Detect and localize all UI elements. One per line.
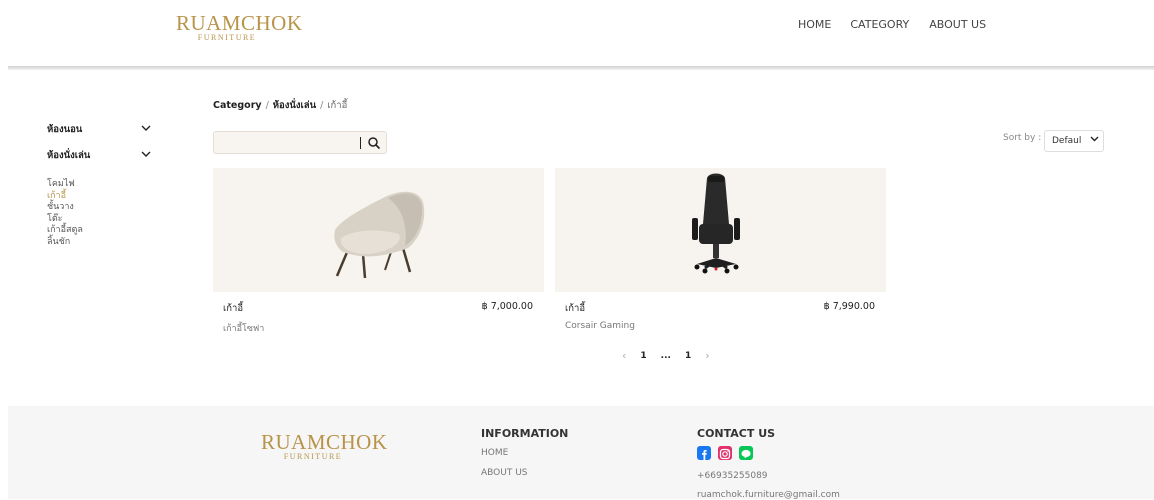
chevron-down-icon[interactable] <box>141 149 151 169</box>
footer-link-home[interactable]: HOME <box>481 448 508 458</box>
main-nav: HOME CATEGORY ABOUT US <box>798 18 986 31</box>
nav-about-us[interactable]: ABOUT US <box>929 18 986 31</box>
chevron-down-icon[interactable] <box>141 123 151 149</box>
pagination-next[interactable]: › <box>705 349 709 362</box>
site-footer: RUAMCHOK FURNITURE INFORMATION HOME ABOU… <box>8 406 1154 500</box>
nav-home[interactable]: HOME <box>798 18 831 31</box>
footer-link-about-us[interactable]: ABOUT US <box>481 468 528 478</box>
sidebar-item-lamp[interactable]: โคมไฟ <box>47 179 167 191</box>
sidebar-item-chair[interactable]: เก้าอี้ <box>47 191 167 203</box>
pagination-ellipsis: ... <box>660 351 671 361</box>
nav-category[interactable]: CATEGORY <box>850 18 909 31</box>
footer-information-title: INFORMATION <box>481 427 569 440</box>
sort-selected-value: Defaul <box>1052 136 1082 146</box>
site-header: RUAMCHOK FURNITURE HOME CATEGORY ABOUT U… <box>0 0 1154 68</box>
instagram-icon[interactable] <box>718 446 732 460</box>
gaming-chair-image <box>692 173 740 274</box>
breadcrumb-root[interactable]: Category <box>213 100 262 111</box>
sidebar-item-stool[interactable]: เก้าอี้สตูล <box>47 225 167 237</box>
lounge-chair-image <box>334 191 425 279</box>
sidebar-subcategory-list: โคมไฟ เก้าอี้ ชั้นวาง โต๊ะ เก้าอี้สตูล ล… <box>47 179 167 248</box>
product-image[interactable] <box>213 168 544 292</box>
sidebar-item-drawer[interactable]: ลิ้นชัก <box>47 237 167 249</box>
product-card[interactable]: เก้าอี้ ฿ 7,000.00 เก้าอี้โซฟา <box>213 168 544 334</box>
category-sidebar: ห้องนอน ห้องนั่งเล่น โคมไฟ เก้าอี้ ชั้นว… <box>47 123 167 248</box>
sidebar-item-table[interactable]: โต๊ะ <box>47 214 167 226</box>
sort-label: Sort by : <box>1003 133 1042 143</box>
footer-contact-title: CONTACT US <box>697 427 776 440</box>
line-icon[interactable] <box>739 446 753 460</box>
footer-logo[interactable]: RUAMCHOK FURNITURE <box>261 430 388 462</box>
footer-phone: +66935255089 <box>697 471 768 481</box>
header-divider <box>8 66 1154 70</box>
breadcrumb-middle[interactable]: ห้องนั่งเล่น <box>273 100 316 111</box>
search-icon[interactable] <box>367 135 381 150</box>
logo-main-text: RUAMCHOK <box>176 11 303 35</box>
header-logo[interactable]: RUAMCHOK FURNITURE <box>176 11 303 43</box>
chevron-down-icon <box>1090 135 1099 146</box>
sidebar-category-label: ห้องนอน <box>47 124 83 135</box>
search-box <box>213 131 387 154</box>
facebook-icon[interactable] <box>697 446 711 460</box>
sidebar-category-label: ห้องนั่งเล่น <box>47 150 91 161</box>
pagination-page-first[interactable]: 1 <box>640 351 646 362</box>
product-price: ฿ 7,000.00 <box>481 301 533 312</box>
sort-select[interactable]: Defaul <box>1044 130 1104 152</box>
breadcrumb-separator: / <box>265 100 269 111</box>
pagination-page-last[interactable]: 1 <box>685 351 691 362</box>
breadcrumb-current: เก้าอี้ <box>327 100 348 111</box>
product-card[interactable]: เก้าอี้ ฿ 7,990.00 Corsair Gaming <box>555 168 886 331</box>
breadcrumb-separator: / <box>320 100 324 111</box>
product-name[interactable]: เก้าอี้ <box>223 301 243 316</box>
product-price: ฿ 7,990.00 <box>823 301 875 312</box>
breadcrumb: Category / ห้องนั่งเล่น / เก้าอี้ <box>213 98 347 113</box>
search-divider <box>360 137 361 149</box>
sidebar-category-living-room[interactable]: ห้องนั่งเล่น <box>47 149 151 169</box>
logo-main-text: RUAMCHOK <box>261 430 388 454</box>
pagination-prev[interactable]: ‹ <box>622 349 626 362</box>
product-description: เก้าอี้โซฟา <box>223 324 265 334</box>
pagination: ‹ 1 ... 1 › <box>622 349 710 362</box>
product-image[interactable] <box>555 168 886 292</box>
product-name[interactable]: เก้าอี้ <box>565 301 585 316</box>
search-input[interactable] <box>220 135 350 150</box>
sidebar-category-bedroom[interactable]: ห้องนอน <box>47 123 151 149</box>
product-description: Corsair Gaming <box>565 321 635 331</box>
sidebar-item-shelf[interactable]: ชั้นวาง <box>47 202 167 214</box>
